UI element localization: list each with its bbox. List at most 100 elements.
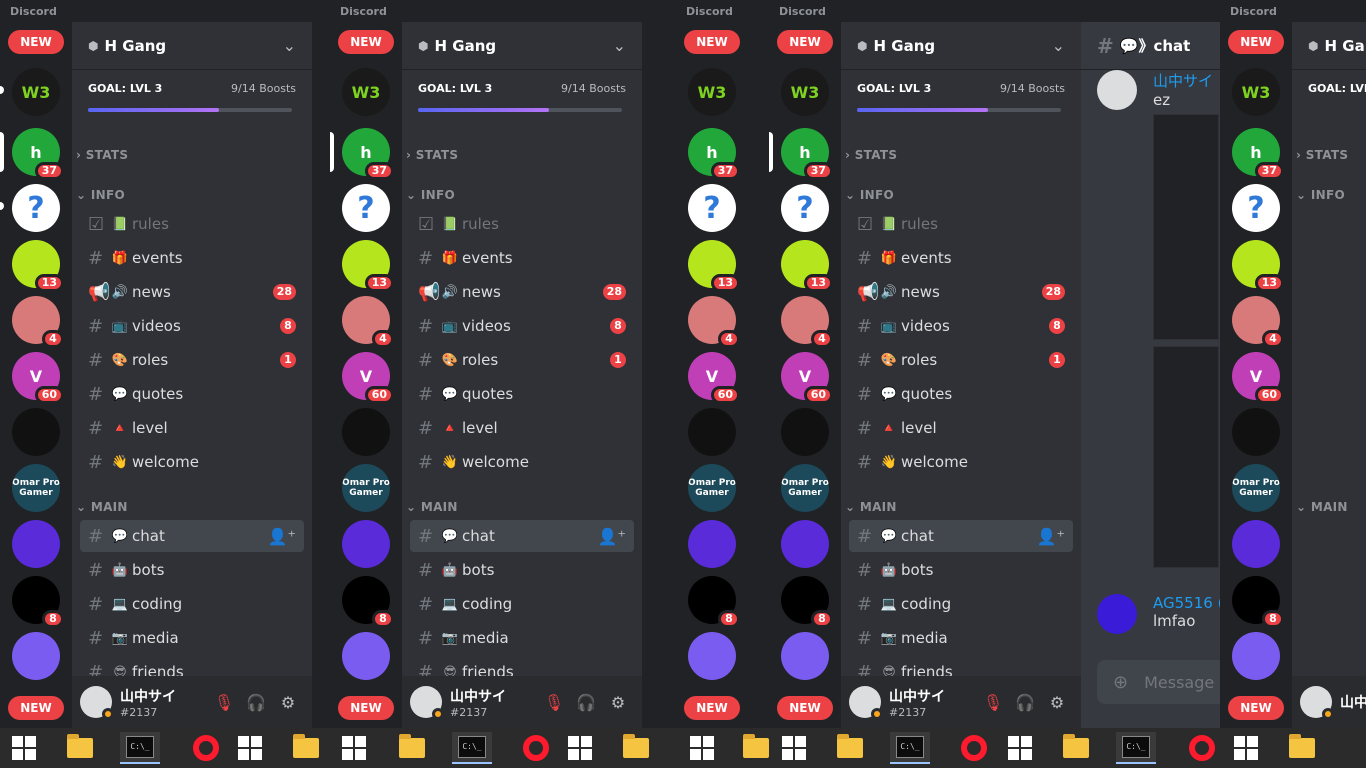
channel-chat[interactable]: # 💬 chat 👤⁺ [80, 520, 304, 552]
file-explorer-button[interactable] [736, 732, 776, 764]
guild-w3[interactable]: W3 [0, 68, 60, 116]
guild-windows[interactable]: 13 [342, 240, 394, 292]
category-info[interactable]: ⌄ INFO [76, 188, 125, 202]
screenshot-attachment[interactable] [1153, 346, 1219, 568]
guild-h[interactable]: h 37 [1232, 128, 1284, 180]
mute-mic-icon[interactable]: 🎙 [977, 693, 1009, 712]
cmd-button[interactable]: C:\_ [120, 732, 160, 764]
guild-question[interactable]: ? [1232, 184, 1280, 232]
new-badge[interactable]: NEW [1228, 696, 1284, 720]
guild-doc[interactable] [1232, 632, 1280, 680]
guild-dark[interactable] [688, 408, 736, 456]
file-explorer-button[interactable] [392, 732, 432, 764]
category-stats[interactable]: › STATS [1296, 148, 1348, 162]
new-badge[interactable]: NEW [777, 30, 833, 54]
category-main[interactable]: ⌄ MAIN [845, 500, 897, 514]
guild-question[interactable]: ? [781, 184, 829, 232]
guild-v[interactable]: V 60 [342, 352, 394, 404]
file-explorer-button[interactable] [1282, 732, 1322, 764]
guild-purple[interactable] [781, 520, 829, 568]
channel-media[interactable]: # 📷 media [849, 622, 1073, 654]
guild-doc[interactable] [12, 632, 60, 680]
channel-level[interactable]: # 🔺 level [80, 412, 304, 444]
new-badge[interactable]: NEW [684, 30, 740, 54]
cmd-button[interactable]: C:\_ [1116, 732, 1156, 764]
guild-w3[interactable]: W3 [342, 68, 390, 116]
channel-media[interactable]: # 📷 media [80, 622, 304, 654]
guild-anime[interactable]: 4 [12, 296, 64, 348]
guild-question[interactable]: ? [342, 184, 390, 232]
guild-dark[interactable] [342, 408, 390, 456]
new-badge[interactable]: NEW [1228, 30, 1284, 54]
channel-videos[interactable]: # 📺 videos 8 [80, 310, 304, 342]
channel-events[interactable]: # 🎁 events [80, 242, 304, 274]
channel-roles[interactable]: # 🎨 roles 1 [849, 344, 1073, 376]
guild-japanese[interactable]: 8 [12, 576, 64, 628]
message-author[interactable]: 山中サイ [1153, 70, 1213, 91]
guild-windows[interactable]: 13 [781, 240, 833, 292]
mute-mic-icon[interactable]: 🎙 [538, 693, 570, 712]
server-header[interactable]: ⬢ H Gang ⌄ [841, 22, 1081, 70]
guild-purple[interactable] [1232, 520, 1280, 568]
start-button[interactable] [774, 732, 814, 764]
opera-button[interactable] [1182, 732, 1222, 764]
channel-quotes[interactable]: # 💬 quotes [80, 378, 304, 410]
avatar[interactable] [849, 686, 883, 720]
channel-bots[interactable]: # 🤖 bots [849, 554, 1073, 586]
screenshot-attachment[interactable] [1153, 114, 1219, 340]
start-button[interactable] [682, 732, 722, 764]
headphones-icon[interactable]: 🎧 [1009, 693, 1041, 712]
channel-level[interactable]: # 🔺 level [410, 412, 634, 444]
boost-goal[interactable]: GOAL: LVL 3 9/14 Boosts [418, 82, 626, 112]
channel-events[interactable]: # 🎁 events [849, 242, 1073, 274]
mute-mic-icon[interactable]: 🎙 [208, 693, 240, 712]
channel-coding[interactable]: # 💻 coding [849, 588, 1073, 620]
guild-purple[interactable] [12, 520, 60, 568]
avatar[interactable] [410, 686, 444, 720]
guild-japanese[interactable]: 8 [781, 576, 833, 628]
gear-icon[interactable]: ⚙ [1041, 693, 1073, 712]
new-badge[interactable]: NEW [8, 30, 64, 54]
channel-news[interactable]: 📢 🔊 news 28 [80, 276, 304, 308]
message-author[interactable]: AG5516 (F [1153, 594, 1220, 612]
start-button[interactable] [1000, 732, 1040, 764]
channel-welcome[interactable]: # 👋 welcome [80, 446, 304, 478]
guild-doc[interactable] [781, 632, 829, 680]
start-button[interactable] [560, 732, 600, 764]
guild-v[interactable]: V 60 [12, 352, 64, 404]
channel-bots[interactable]: # 🤖 bots [410, 554, 634, 586]
channel-rules[interactable]: ☑ 📗 rules [849, 208, 1073, 240]
category-info[interactable]: ⌄ INFO [845, 188, 894, 202]
channel-bots[interactable]: # 🤖 bots [80, 554, 304, 586]
channel-news[interactable]: 📢 🔊 news 28 [410, 276, 634, 308]
channel-rules[interactable]: ☑ 📗 rules [80, 208, 304, 240]
category-stats[interactable]: › STATS [845, 148, 897, 162]
channel-events[interactable]: # 🎁 events [410, 242, 634, 274]
boost-goal[interactable]: GOAL: LVL 3 9/14 Boosts [857, 82, 1065, 112]
guild-windows[interactable]: 13 [1232, 240, 1284, 292]
avatar[interactable] [1300, 686, 1334, 720]
channel-quotes[interactable]: # 💬 quotes [849, 378, 1073, 410]
category-main[interactable]: ⌄ MAIN [76, 500, 128, 514]
new-badge[interactable]: NEW [338, 30, 394, 54]
guild-windows[interactable]: 13 [688, 240, 740, 292]
start-button[interactable] [1226, 732, 1266, 764]
channel-chat[interactable]: # 💬 chat 👤⁺ [410, 520, 634, 552]
start-button[interactable] [230, 732, 270, 764]
channel-coding[interactable]: # 💻 coding [80, 588, 304, 620]
guild-purple[interactable] [342, 520, 390, 568]
category-info[interactable]: ⌄ INFO [406, 188, 455, 202]
guild-japanese[interactable]: 8 [342, 576, 394, 628]
category-stats[interactable]: › STATS [76, 148, 128, 162]
new-badge[interactable]: NEW [338, 696, 394, 720]
guild-question[interactable]: ? [0, 184, 60, 232]
guild-h[interactable]: h 37 [0, 128, 64, 180]
category-main[interactable]: ⌄ MAIN [406, 500, 458, 514]
guild-v[interactable]: V 60 [1232, 352, 1284, 404]
avatar[interactable] [1097, 594, 1137, 634]
guild-anime[interactable]: 4 [342, 296, 394, 348]
guild-dark[interactable] [1232, 408, 1280, 456]
avatar[interactable] [80, 686, 114, 720]
channel-videos[interactable]: # 📺 videos 8 [849, 310, 1073, 342]
guild-omar[interactable]: Omar Pro Gamer [1232, 464, 1280, 512]
